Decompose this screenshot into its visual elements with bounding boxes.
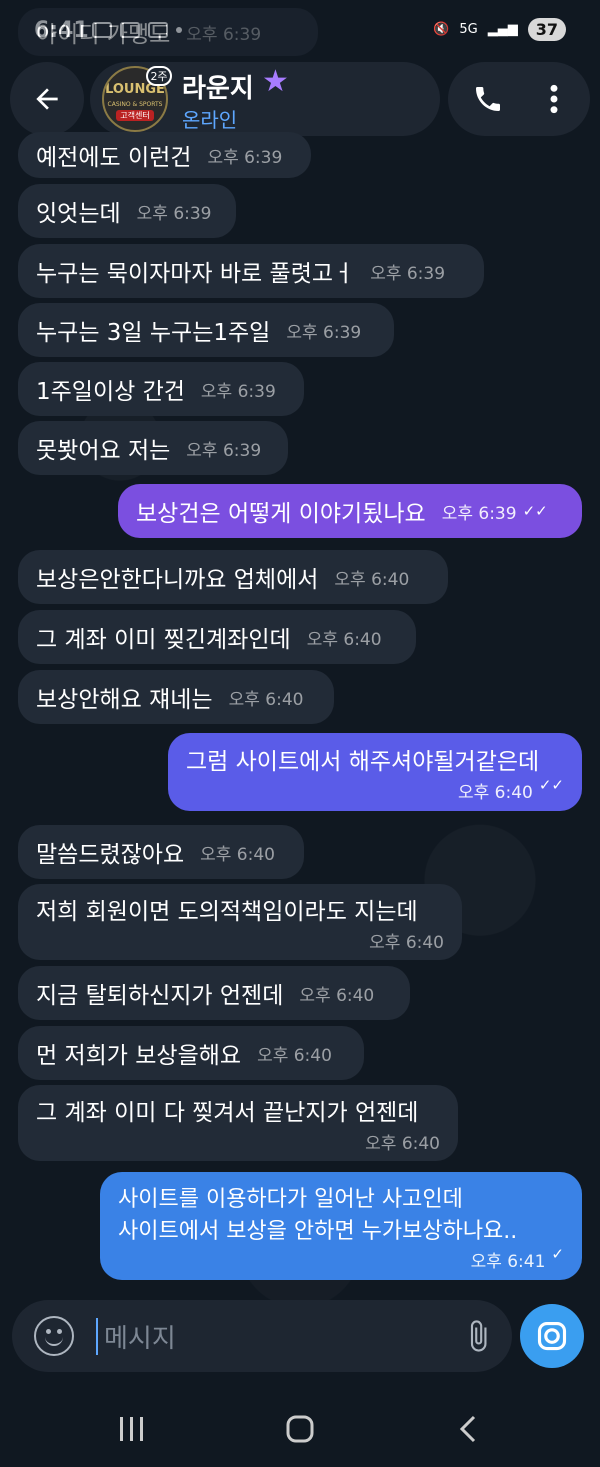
message-text: 보상은안한다니까요 업체에서 bbox=[36, 567, 319, 593]
message-time: 오후 6:40 bbox=[200, 844, 275, 865]
message-input[interactable]: 메시지 bbox=[96, 1318, 176, 1355]
camera-icon bbox=[537, 1321, 567, 1351]
mute-icon: 🔇 bbox=[433, 22, 450, 37]
emoji-button[interactable] bbox=[34, 1316, 74, 1356]
message-text: 보상건은 어떻게 이야기됬나요 bbox=[136, 501, 426, 527]
chat-header[interactable]: LOUNGE CASINO & SPORTS 고객센터 2주 라운지 ★ 온라인 bbox=[90, 62, 440, 136]
message-time: 오후 6:40 bbox=[365, 1133, 440, 1154]
message-time: 오후 6:39 bbox=[207, 147, 283, 168]
battery-level: 37 bbox=[527, 18, 566, 41]
phone-icon bbox=[476, 87, 500, 111]
smile-icon bbox=[45, 1334, 63, 1346]
message-bubble[interactable]: 누구는 3일 누구는1주일 오후 6:39 bbox=[18, 303, 394, 357]
message-bubble-partial: 아이디 가맹도 오후 6:39 bbox=[18, 8, 318, 56]
message-text: 그 계좌 이미 찢긴계좌인데 bbox=[36, 627, 291, 653]
message-bubble-outgoing[interactable]: 사이트를 이용하다가 일어난 사고인데 사이트에서 보상을 안하면 누가보상하나… bbox=[100, 1172, 582, 1280]
message-text: 예전에도 이런건 bbox=[36, 145, 192, 171]
message-text: 먼 저희가 보상을해요 bbox=[36, 1043, 242, 1069]
message-text: 누구는 묵이자마자 바로 풀렷고ㅓ bbox=[36, 261, 355, 287]
message-bubble[interactable]: 말씀드렸잖아요 오후 6:40 bbox=[18, 825, 304, 879]
message-bubble[interactable]: 그 계좌 이미 찢긴계좌인데 오후 6:40 bbox=[18, 610, 416, 664]
system-nav-bar bbox=[0, 1395, 600, 1467]
message-text: 못봣어요 저는 bbox=[36, 438, 171, 464]
message-text-line2: 사이트에서 보상을 안하면 누가보상하나요.. bbox=[118, 1218, 518, 1244]
message-time: 오후 6:39 bbox=[286, 322, 362, 343]
avatar-line2: CASINO & SPORTS bbox=[107, 101, 163, 108]
back-nav-button[interactable] bbox=[448, 1409, 488, 1449]
message-bubble[interactable]: 1주일이상 간건 오후 6:39 bbox=[18, 362, 304, 416]
chat-title: 라운지 bbox=[182, 74, 254, 104]
message-bubble[interactable]: 그 계좌 이미 다 찢겨서 끝난지가 언젠데 오후 6:40 bbox=[18, 1085, 458, 1161]
message-text: 보상안해요 쟤네는 bbox=[36, 687, 213, 713]
more-menu-button[interactable] bbox=[534, 79, 574, 119]
message-time: 오후 6:40 bbox=[228, 689, 304, 710]
call-button[interactable] bbox=[468, 79, 508, 119]
message-bubble[interactable]: 저희 회원이면 도의적책임이라도 지는데 오후 6:40 bbox=[18, 884, 462, 960]
message-bubble-outgoing[interactable]: 보상건은 어떻게 이야기됬나요 오후 6:39 ✓✓ bbox=[118, 484, 582, 538]
message-text: 그 계좌 이미 다 찢겨서 끝난지가 언젠데 bbox=[36, 1099, 419, 1126]
message-time: 오후 6:40 bbox=[306, 629, 382, 650]
message-time: 오후 6:40 bbox=[299, 985, 375, 1006]
story-badge: 2주 bbox=[146, 66, 172, 86]
message-time: 오후 6:39 bbox=[186, 24, 262, 45]
chevron-left-icon bbox=[459, 1415, 476, 1443]
chat-status: 온라인 bbox=[182, 108, 238, 132]
premium-star-icon: ★ bbox=[262, 64, 289, 99]
message-time: 오후 6:39 bbox=[200, 381, 276, 402]
message-text: 지금 탈퇴하신지가 언젠데 bbox=[36, 983, 284, 1009]
message-text: 아이디 가맹도 bbox=[36, 22, 171, 48]
sent-check-icon: ✓ bbox=[551, 1244, 564, 1263]
avatar-line3: 고객센터 bbox=[116, 110, 154, 121]
more-vertical-icon bbox=[550, 84, 558, 114]
message-bubble[interactable]: 못봣어요 저는 오후 6:39 bbox=[18, 421, 288, 475]
message-time: 오후 6:39 bbox=[370, 263, 446, 284]
read-check-icon: ✓✓ bbox=[522, 502, 548, 520]
message-text: 그럼 사이트에서 해주셔야될거같은데 bbox=[186, 748, 540, 775]
message-bubble[interactable]: 누구는 묵이자마자 바로 풀렷고ㅓ 오후 6:39 bbox=[18, 244, 484, 298]
arrow-left-icon bbox=[36, 88, 58, 110]
message-bubble[interactable]: 예전에도 이런건 오후 6:39 bbox=[18, 132, 311, 178]
message-text: 1주일이상 간건 bbox=[36, 379, 185, 405]
message-text: 말씀드렸잖아요 bbox=[36, 842, 185, 868]
message-time: 오후 6:40 bbox=[257, 1045, 332, 1066]
message-text-line1: 사이트를 이용하다가 일어난 사고인데 bbox=[118, 1186, 463, 1212]
message-bubble[interactable]: 잇엇는데 오후 6:39 bbox=[18, 184, 236, 238]
network-label: 5G bbox=[459, 22, 478, 37]
message-time: 오후 6:39 bbox=[186, 440, 262, 461]
message-time: 오후 6:39 bbox=[441, 503, 517, 524]
recent-apps-icon bbox=[120, 1417, 143, 1441]
message-composer: 메시지 bbox=[12, 1300, 512, 1372]
message-bubble-outgoing[interactable]: 그럼 사이트에서 해주셔야될거같은데 오후 6:40 ✓✓ bbox=[168, 733, 582, 811]
message-time: 오후 6:39 bbox=[136, 203, 212, 224]
back-button[interactable] bbox=[10, 62, 84, 136]
message-text: 저희 회원이면 도의적책임이라도 지는데 bbox=[36, 898, 418, 925]
header-actions bbox=[448, 62, 590, 136]
attach-button[interactable] bbox=[458, 1314, 498, 1358]
message-time: 오후 6:40 bbox=[334, 569, 410, 590]
camera-button[interactable] bbox=[520, 1304, 584, 1368]
read-check-icon: ✓✓ bbox=[538, 775, 564, 794]
paperclip-icon bbox=[470, 1320, 487, 1352]
message-bubble[interactable]: 지금 탈퇴하신지가 언젠데 오후 6:40 bbox=[18, 966, 410, 1020]
message-bubble[interactable]: 보상은안한다니까요 업체에서 오후 6:40 bbox=[18, 550, 448, 604]
message-text: 누구는 3일 누구는1주일 bbox=[36, 320, 271, 346]
home-button[interactable] bbox=[280, 1409, 320, 1449]
signal-icon: ▂▄▆ bbox=[487, 22, 518, 37]
message-bubble[interactable]: 보상안해요 쟤네는 오후 6:40 bbox=[18, 670, 334, 724]
message-time: 오후 6:40 bbox=[369, 932, 444, 953]
message-bubble[interactable]: 먼 저희가 보상을해요 오후 6:40 bbox=[18, 1026, 364, 1080]
home-icon bbox=[286, 1415, 314, 1443]
message-time: 오후 6:41 bbox=[470, 1251, 546, 1272]
recent-apps-button[interactable] bbox=[112, 1409, 152, 1449]
message-text: 잇엇는데 bbox=[36, 201, 121, 227]
message-time: 오후 6:40 bbox=[458, 782, 533, 803]
